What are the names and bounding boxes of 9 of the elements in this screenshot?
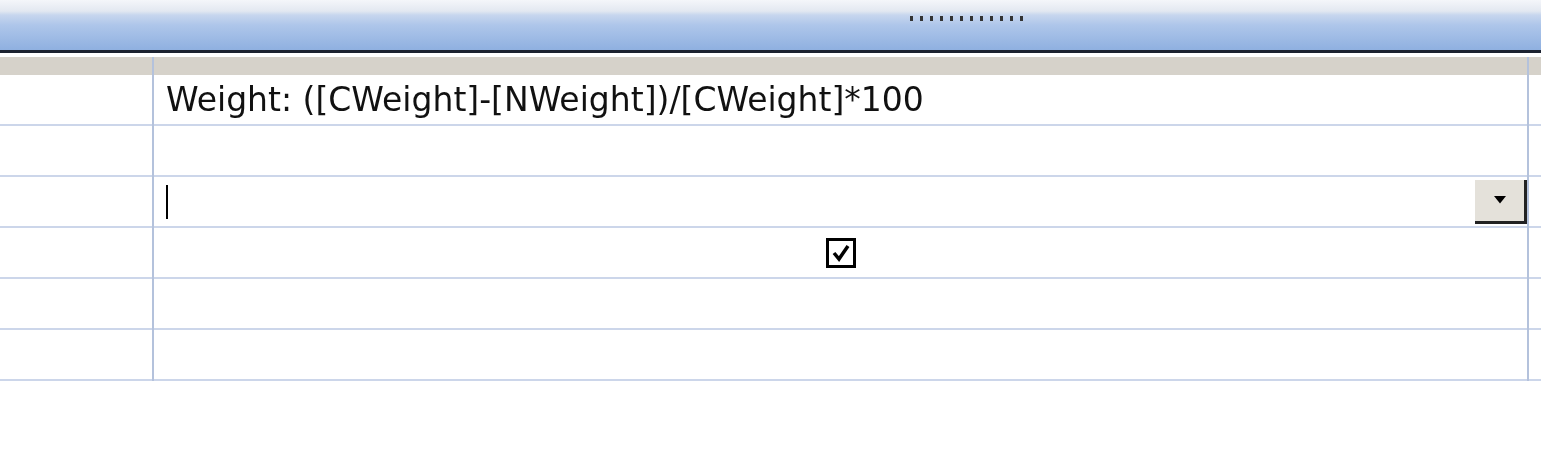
- check-icon: [830, 243, 851, 262]
- dropdown-button[interactable]: [1475, 179, 1527, 224]
- column-header[interactable]: [154, 57, 1527, 75]
- show-checkbox[interactable]: [825, 237, 856, 268]
- field-expression[interactable]: Weight: ([CWeight]-[NWeight])/[CWeight]*100: [154, 80, 924, 119]
- column-header: [1529, 57, 1541, 75]
- dropdown-arrow-icon: [1491, 195, 1508, 205]
- splitter-bar[interactable]: [0, 0, 1541, 50]
- grip-icon: [910, 16, 1026, 22]
